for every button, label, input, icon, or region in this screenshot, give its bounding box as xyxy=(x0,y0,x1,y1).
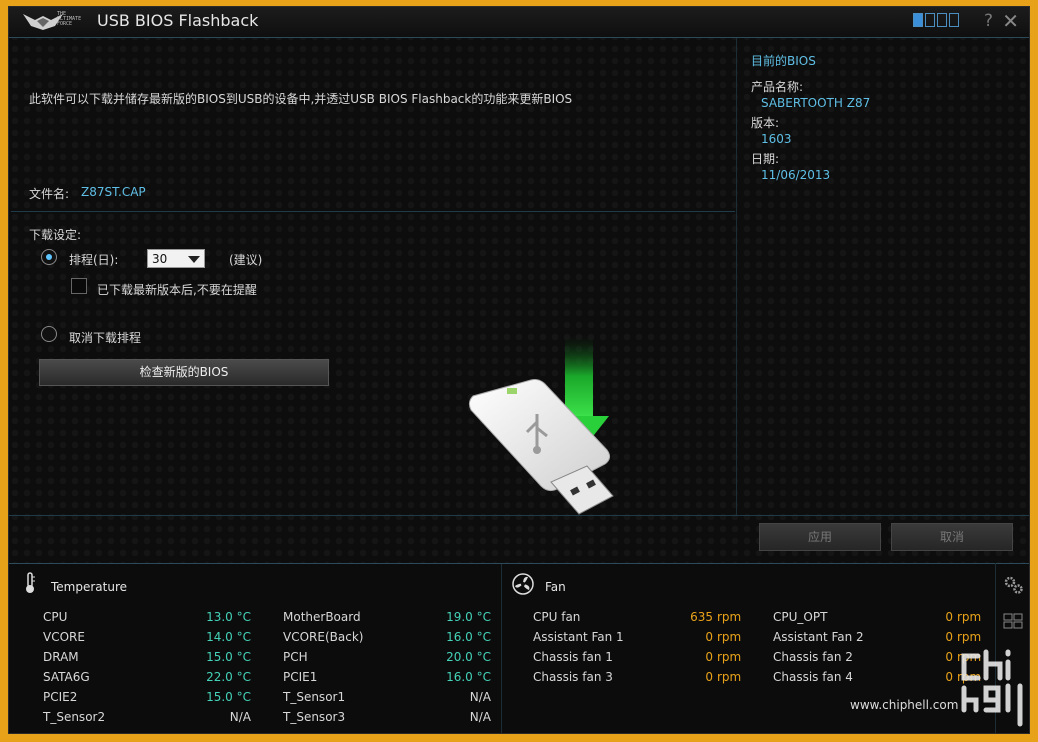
temp-label: VCORE(Back) xyxy=(283,630,364,644)
temp-label: VCORE xyxy=(43,630,85,644)
logo-text: THE ULTIMATE FORCE xyxy=(57,11,82,27)
fan-unit: rpm xyxy=(717,670,742,684)
no-remind-checkbox[interactable] xyxy=(71,278,87,294)
main-panel: 此软件可以下载并储存最新版的BIOS到USB的设备中,并透过USB BIOS F… xyxy=(11,38,735,516)
temp-value: 16.0 °C xyxy=(446,670,491,684)
version-value: 1603 xyxy=(761,132,792,146)
schedule-label: 排程(日): xyxy=(69,253,119,267)
temp-label: PCIE1 xyxy=(283,670,318,684)
temp-value: N/A xyxy=(469,690,491,704)
temp-value: 14.0 °C xyxy=(206,630,251,644)
fan-value: 0 xyxy=(705,650,713,664)
fan-unit: rpm xyxy=(717,610,742,624)
fan-value: 0 xyxy=(705,630,713,644)
view-mode-2-icon[interactable] xyxy=(925,13,935,27)
filename-label: 文件名: xyxy=(29,187,70,201)
divider xyxy=(11,211,735,212)
fan-unit: rpm xyxy=(957,630,982,644)
chevron-down-icon xyxy=(188,256,200,263)
version-label: 版本: xyxy=(751,116,780,130)
fan-value: 0 xyxy=(945,630,953,644)
watermark-url: www.chiphell.com xyxy=(850,698,959,712)
cancel-schedule-label: 取消下载排程 xyxy=(69,331,142,345)
filename-value: Z87ST.CAP xyxy=(81,185,146,199)
view-mode-4-icon[interactable] xyxy=(949,13,959,27)
usb-bios-flashback-window: THE ULTIMATE FORCE USB BIOS Flashback ? … xyxy=(8,6,1030,734)
temp-label: SATA6G xyxy=(43,670,90,684)
schedule-days-value: 30 xyxy=(152,252,168,266)
temp-label: T_Sensor3 xyxy=(283,710,346,724)
fan-label: Chassis fan 4 xyxy=(773,670,853,684)
fan-value: 635 xyxy=(690,610,713,624)
fan-unit: rpm xyxy=(717,650,742,664)
fan-value: 0 xyxy=(945,610,953,624)
check-new-bios-button[interactable]: 检查新版的BIOS xyxy=(39,359,329,386)
fan-value: 0 xyxy=(945,670,953,684)
fan-unit: rpm xyxy=(717,630,742,644)
temp-label: CPU xyxy=(43,610,68,624)
temp-value: 22.0 °C xyxy=(206,670,251,684)
fan-label: Chassis fan 3 xyxy=(533,670,613,684)
current-bios-title: 目前的BIOS xyxy=(751,54,816,68)
cancel-schedule-radio[interactable] xyxy=(41,326,57,342)
temp-label: T_Sensor2 xyxy=(43,710,106,724)
temp-value: N/A xyxy=(229,710,251,724)
temp-value: 20.0 °C xyxy=(446,650,491,664)
description-text: 此软件可以下载并储存最新版的BIOS到USB的设备中,并透过USB BIOS F… xyxy=(29,92,573,106)
fan-label: Chassis fan 2 xyxy=(773,650,853,664)
fan-label: Assistant Fan 2 xyxy=(773,630,864,644)
schedule-days-select[interactable]: 30 xyxy=(147,249,205,268)
current-bios-panel: 目前的BIOS 产品名称: SABERTOOTH Z87 版本: 1603 日期… xyxy=(736,38,1028,516)
temp-value: 15.0 °C xyxy=(206,650,251,664)
fan-title: Fan xyxy=(545,580,566,594)
fan-label: Assistant Fan 1 xyxy=(533,630,624,644)
fan-icon xyxy=(512,573,534,595)
download-settings-label: 下载设定: xyxy=(29,228,82,242)
temp-label: DRAM xyxy=(43,650,79,664)
fan-label: CPU_OPT xyxy=(773,610,828,624)
temp-label: PCIE2 xyxy=(43,690,78,704)
chiphell-logo xyxy=(961,649,1023,727)
temp-value: 15.0 °C xyxy=(206,690,251,704)
date-value: 11/06/2013 xyxy=(761,168,831,182)
fan-value: 0 xyxy=(945,650,953,664)
temp-label: MotherBoard xyxy=(283,610,361,624)
suggest-label: (建议) xyxy=(229,253,263,267)
no-remind-label: 已下载最新版本后,不要在提醒 xyxy=(97,283,257,297)
temp-label: PCH xyxy=(283,650,308,664)
date-label: 日期: xyxy=(751,152,780,166)
product-name-label: 产品名称: xyxy=(751,80,804,94)
fan-label: CPU fan xyxy=(533,610,581,624)
view-mode-icons[interactable] xyxy=(913,13,959,27)
temperature-title: Temperature xyxy=(51,580,128,594)
product-name-value: SABERTOOTH Z87 xyxy=(761,96,871,110)
temp-label: T_Sensor1 xyxy=(283,690,346,704)
fan-label: Chassis fan 1 xyxy=(533,650,613,664)
window-title: USB BIOS Flashback xyxy=(97,11,259,30)
view-mode-3-icon[interactable] xyxy=(937,13,947,27)
grid-view-icon[interactable] xyxy=(1003,613,1023,629)
fan-unit: rpm xyxy=(957,610,982,624)
temp-value: 19.0 °C xyxy=(446,610,491,624)
divider xyxy=(501,564,502,733)
gear-icon[interactable] xyxy=(1001,573,1025,597)
apply-button[interactable]: 应用 xyxy=(759,523,881,551)
cancel-button[interactable]: 取消 xyxy=(891,523,1013,551)
temp-value: N/A xyxy=(469,710,491,724)
schedule-radio[interactable] xyxy=(41,249,57,265)
thermometer-icon xyxy=(26,572,35,593)
close-icon[interactable]: ✕ xyxy=(1002,9,1019,33)
help-icon[interactable]: ? xyxy=(984,11,993,31)
view-mode-1-icon[interactable] xyxy=(913,13,923,27)
fan-value: 0 xyxy=(705,670,713,684)
temp-value: 13.0 °C xyxy=(206,610,251,624)
title-bar[interactable]: THE ULTIMATE FORCE USB BIOS Flashback ? … xyxy=(9,7,1029,38)
divider xyxy=(9,515,1029,516)
temp-value: 16.0 °C xyxy=(446,630,491,644)
usb-download-icon xyxy=(468,336,614,515)
